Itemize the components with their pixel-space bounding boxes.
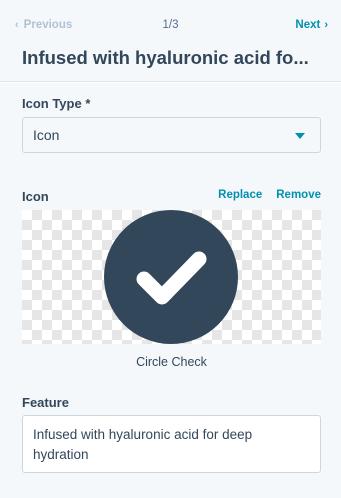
replace-link[interactable]: Replace (218, 189, 262, 201)
chevron-right-icon: › (324, 18, 328, 31)
icon-type-select[interactable]: Icon (22, 117, 321, 153)
icon-name: Circle Check (136, 355, 207, 369)
next-label: Next (295, 19, 321, 31)
next-button[interactable]: Next › (295, 19, 328, 31)
caret-down-icon (295, 133, 305, 139)
page-title: Infused with hyaluronic acid fo... (22, 47, 309, 68)
icon-actions: Replace Remove (218, 189, 321, 201)
previous-label: Previous (23, 19, 73, 31)
circle-check-icon (104, 210, 238, 344)
editor-header: ‹ Previous 1/3 Next › Infused with hyalu… (0, 0, 341, 82)
remove-link[interactable]: Remove (276, 189, 321, 201)
icon-label: Icon (22, 189, 49, 204)
pagination-row: ‹ Previous 1/3 Next › (0, 19, 341, 37)
feature-textarea[interactable]: Infused with hyaluronic acid for deep hy… (22, 415, 321, 473)
feature-label: Feature (22, 395, 69, 410)
icon-type-value: Icon (33, 127, 60, 143)
icon-preview (22, 210, 321, 344)
icon-type-label: Icon Type * (22, 96, 91, 111)
chevron-left-icon: ‹ (15, 18, 19, 31)
previous-button[interactable]: ‹ Previous (15, 19, 72, 31)
